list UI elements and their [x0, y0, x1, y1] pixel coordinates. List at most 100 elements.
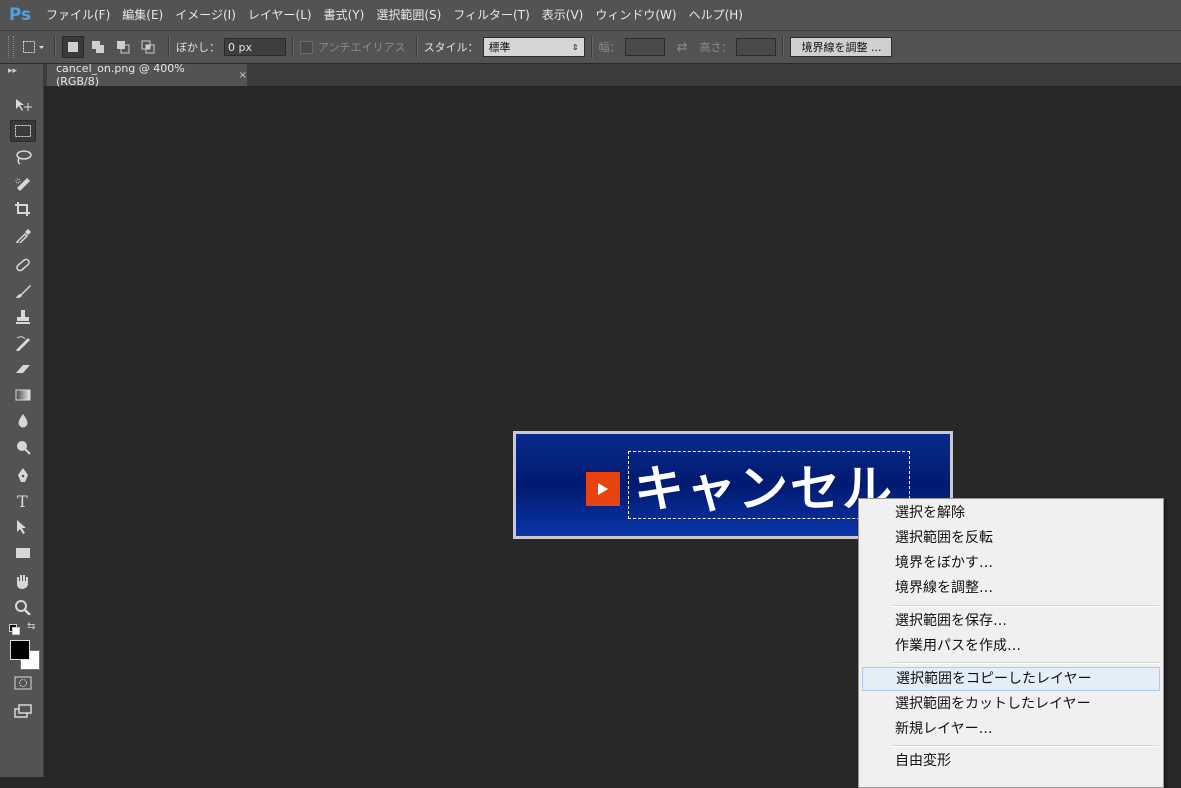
- intersect-selection-button[interactable]: [137, 36, 159, 58]
- intersect-selection-icon: [141, 40, 155, 54]
- swap-dimensions-icon[interactable]: ⇄: [677, 40, 688, 55]
- lasso-icon: [16, 150, 32, 165]
- add-selection-icon: [92, 41, 104, 53]
- style-select[interactable]: 標準 ⇕: [482, 37, 585, 57]
- svg-text:T: T: [17, 493, 28, 509]
- zoom-icon: [15, 600, 31, 615]
- clone-stamp-tool[interactable]: [10, 306, 36, 328]
- screen-mode-button[interactable]: [10, 700, 36, 722]
- quick-select-tool[interactable]: [10, 172, 36, 194]
- gradient-icon: [15, 389, 31, 401]
- dodge-icon: [17, 441, 31, 455]
- path-select-icon: [17, 520, 26, 534]
- blur-tool[interactable]: [10, 410, 36, 432]
- clone-stamp-icon: [16, 310, 30, 324]
- width-label: 幅：: [598, 41, 621, 54]
- menu-view[interactable]: 表示(V): [536, 0, 590, 30]
- swap-colors-icon[interactable]: ⇆: [27, 621, 35, 632]
- menu-type[interactable]: 書式(Y): [318, 0, 371, 30]
- photoshop-logo: Ps: [8, 5, 32, 25]
- select-arrows-icon: ⇕: [571, 42, 579, 52]
- options-separator: [590, 36, 593, 58]
- rect-marquee-tool[interactable]: [10, 120, 36, 142]
- context-menu-item[interactable]: 新規レイヤー…: [862, 717, 1160, 741]
- screen-mode-icon: [14, 704, 32, 718]
- brush-icon: [16, 285, 31, 298]
- pen-tool[interactable]: [10, 464, 36, 486]
- style-label: スタイル：: [423, 41, 479, 54]
- blur-icon: [18, 414, 28, 428]
- antialias-checkbox[interactable]: [300, 40, 313, 54]
- menu-bar: Ps ファイル(F) 編集(E) イメージ(I) レイヤー(L) 書式(Y) 選…: [0, 0, 1181, 30]
- history-brush-tool[interactable]: [10, 332, 36, 354]
- menu-edit[interactable]: 編集(E): [116, 0, 169, 30]
- eyedropper-tool[interactable]: [10, 224, 36, 246]
- path-select-tool[interactable]: [10, 516, 36, 538]
- move-icon: [16, 99, 32, 111]
- eyedropper-icon: [15, 229, 31, 243]
- zoom-tool[interactable]: [10, 596, 36, 618]
- menu-select[interactable]: 選択範囲(S): [370, 0, 447, 30]
- menu-layer[interactable]: レイヤー(L): [242, 0, 318, 30]
- close-icon[interactable]: ×: [239, 70, 247, 81]
- quick-select-icon: [15, 178, 30, 191]
- width-input[interactable]: [624, 38, 665, 56]
- context-menu-item[interactable]: 作業用パスを作成…: [862, 634, 1160, 658]
- play-triangle-icon: [598, 483, 608, 495]
- dodge-tool[interactable]: [10, 436, 36, 458]
- context-menu-item[interactable]: 境界線を調整…: [862, 576, 1160, 600]
- rect-marquee-preset-icon: [23, 41, 44, 53]
- height-input[interactable]: [736, 38, 777, 56]
- options-separator: [415, 36, 418, 58]
- height-label: 高さ：: [699, 41, 733, 54]
- foreground-color-swatch[interactable]: [10, 640, 30, 660]
- hand-tool[interactable]: [10, 570, 36, 592]
- type-tool[interactable]: T: [10, 490, 36, 512]
- tool-preset-picker[interactable]: [20, 36, 48, 58]
- menu-window[interactable]: ウィンドウ(W): [589, 0, 682, 30]
- options-bar: ぼかし： アンチエイリアス スタイル： 標準 ⇕ 幅： ⇄ 高さ： 境界線を調整…: [0, 30, 1181, 64]
- default-colors-icon[interactable]: [9, 624, 20, 635]
- pen-icon: [18, 468, 28, 482]
- context-menu-item[interactable]: 選択範囲をカットしたレイヤー: [862, 692, 1160, 716]
- eraser-icon: [16, 365, 30, 373]
- feather-input[interactable]: [224, 38, 286, 56]
- document-tab-bar: cancel_on.png @ 400% (RGB/8) ×: [44, 62, 1181, 88]
- context-menu-item[interactable]: 境界をぼかす…: [862, 551, 1160, 575]
- healing-brush-icon: [16, 258, 30, 272]
- move-tool[interactable]: [10, 94, 36, 116]
- context-menu-item[interactable]: 自由変形: [862, 749, 1160, 773]
- eraser-tool[interactable]: [10, 358, 36, 380]
- gradient-tool[interactable]: [10, 384, 36, 406]
- context-menu-item[interactable]: 選択を解除: [862, 501, 1160, 525]
- subtract-selection-button[interactable]: [112, 36, 134, 58]
- panel-collapse-icon[interactable]: ▸▸: [8, 66, 17, 76]
- quick-mask-icon: [14, 676, 32, 690]
- lasso-tool[interactable]: [10, 146, 36, 168]
- healing-brush-tool[interactable]: [10, 254, 36, 276]
- context-menu-item-highlighted[interactable]: 選択範囲をコピーしたレイヤー: [862, 667, 1160, 691]
- document-tab[interactable]: cancel_on.png @ 400% (RGB/8) ×: [47, 62, 247, 88]
- brush-tool[interactable]: [10, 280, 36, 302]
- feather-label: ぼかし：: [176, 41, 220, 54]
- crop-tool[interactable]: [10, 198, 36, 220]
- context-menu-item[interactable]: 選択範囲を保存…: [862, 609, 1160, 633]
- rectangle-tool[interactable]: [10, 542, 36, 564]
- menu-file[interactable]: ファイル(F): [40, 0, 116, 30]
- options-grip[interactable]: [8, 36, 14, 58]
- add-selection-button[interactable]: [87, 36, 109, 58]
- new-selection-icon: [68, 42, 78, 52]
- menu-help[interactable]: ヘルプ(H): [683, 0, 749, 30]
- play-icon: [586, 472, 620, 506]
- refine-edge-button[interactable]: 境界線を調整 ...: [790, 37, 893, 57]
- rectangle-icon: [16, 548, 30, 558]
- type-icon: T: [17, 493, 28, 509]
- rect-marquee-icon: [15, 125, 31, 137]
- quick-mask-button[interactable]: [10, 672, 36, 694]
- menu-filter[interactable]: フィルター(T): [447, 0, 535, 30]
- context-menu-item[interactable]: 選択範囲を反転: [862, 526, 1160, 550]
- new-selection-button[interactable]: [62, 36, 84, 58]
- subtract-selection-icon: [117, 41, 130, 54]
- options-separator: [292, 36, 294, 58]
- menu-image[interactable]: イメージ(I): [169, 0, 242, 30]
